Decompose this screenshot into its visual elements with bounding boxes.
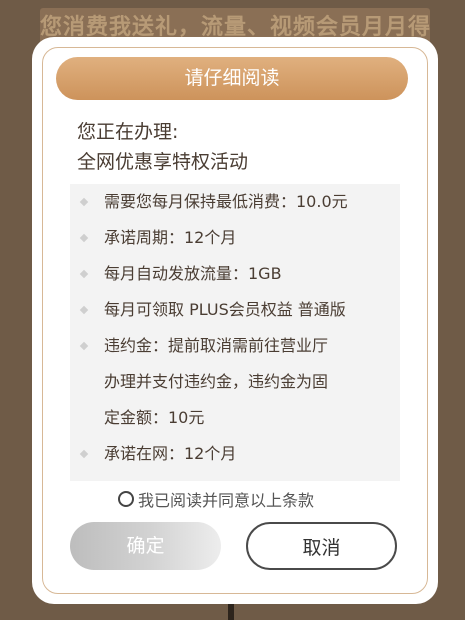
term-text: 需要您每月保持最低消费：10.0元 [104,192,348,211]
bullet-icon [79,449,89,459]
term-text: 承诺在网：12个月 [104,444,237,463]
intro-line-2: 全网优惠享特权活动 [77,151,249,173]
dialog-title: 请仔细阅读 [56,57,408,100]
bullet-icon [79,305,89,315]
confirm-button[interactable]: 确定 [70,522,221,570]
bullet-icon [79,269,89,279]
term-text: 违约金：提前取消需前往营业厅 办理并支付违约金，违约金为固 定金额：10元 [104,336,329,427]
terms-list[interactable]: 需要您每月保持最低消费：10.0元 承诺周期：12个月 每月自动发放流量：1GB… [70,184,400,481]
radio-circle-icon[interactable] [118,491,134,507]
cancel-button[interactable]: 取消 [246,522,397,570]
terms-dialog: 请仔细阅读 您正在办理: 全网优惠享特权活动 需要您每月保持最低消费：10.0元… [32,37,438,604]
agree-label[interactable]: 我已阅读并同意以上条款 [138,487,314,511]
agree-checkbox[interactable]: 我已阅读并同意以上条款 [118,487,314,511]
term-text: 每月可领取 PLUS会员权益 普通版 [104,300,346,319]
term-text: 承诺周期：12个月 [104,228,237,247]
term-text: 每月自动发放流量：1GB [104,264,282,283]
bullet-icon [79,233,89,243]
intro-line-1: 您正在办理: [77,121,179,143]
bullet-icon [79,197,89,207]
bullet-icon [79,341,89,351]
intro-text: 您正在办理: 全网优惠享特权活动 [77,117,397,177]
